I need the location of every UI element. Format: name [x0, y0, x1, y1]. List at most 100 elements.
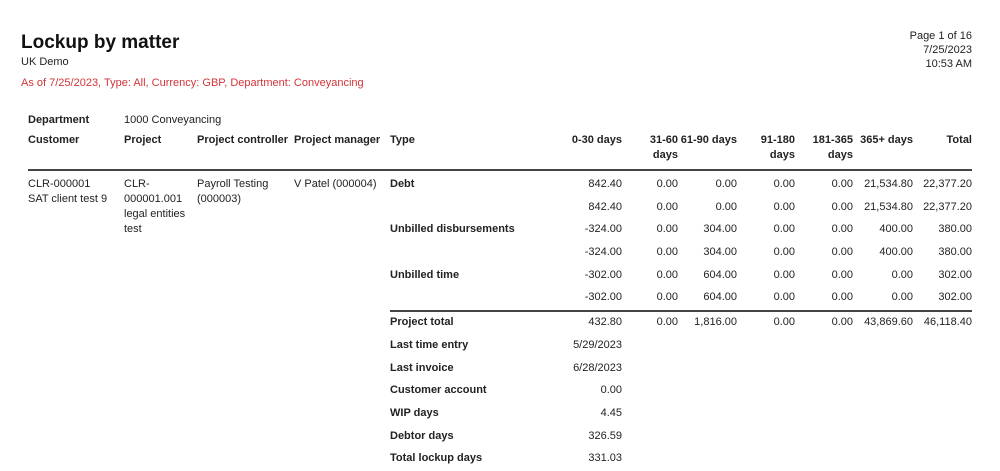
department-value: 1000 Conveyancing — [124, 114, 222, 126]
col-0-30: 0-30 days — [571, 134, 622, 146]
total-amount-cell: 0.00 — [737, 310, 795, 335]
summary-value: 326.59 — [588, 429, 622, 442]
amount-cell: 0.00 — [773, 291, 795, 304]
table-header: Customer Project Project controller Proj… — [28, 131, 972, 170]
col-type: Type — [390, 134, 415, 146]
table-row: CLR-000001 SAT client test 9 CLR- 000001.00… — [28, 170, 972, 235]
total-amount-cell: 46,118.40 — [913, 310, 972, 335]
project-text: 000001.001 — [124, 193, 183, 205]
amount-cell: 0.00 — [831, 268, 853, 281]
amount-cell: 304.00 — [703, 223, 737, 236]
total-amount-cell: 1,816.00 — [678, 310, 737, 335]
col-91-180: 91-180 days — [760, 134, 795, 161]
amount-cell: 0.00 — [656, 291, 678, 304]
amount-cell: 304.00 — [703, 246, 737, 259]
customer-name: SAT client test 9 — [28, 193, 108, 205]
col-project: Project — [124, 134, 162, 146]
amount-cell: 380.00 — [938, 246, 972, 259]
amount-cell: 0.00 — [715, 178, 737, 190]
summary-value: 6/28/2023 — [573, 361, 622, 374]
amount-cell: -324.00 — [584, 246, 622, 259]
report-parameters: As of 7/25/2023, Type: All, Currency: GB… — [21, 77, 364, 89]
controller-text: (000003) — [197, 193, 242, 205]
summary-label: Last invoice — [390, 361, 454, 374]
summary-value: 4.45 — [600, 406, 622, 419]
type-cell — [390, 242, 560, 265]
type-cell: Debt — [390, 178, 415, 190]
amount-cell: 0.00 — [831, 291, 853, 304]
summary-label: WIP days — [390, 406, 439, 419]
amount-cell: 400.00 — [879, 223, 913, 236]
lockup-table: Customer Project Project controller Proj… — [28, 131, 972, 471]
amount-cell: 0.00 — [656, 223, 678, 236]
customer-cell: CLR-000001 SAT client test 9 — [28, 170, 124, 471]
col-61-90: 61-90 days — [680, 134, 737, 146]
type-cell: Unbilled time — [390, 268, 460, 281]
amount-cell: 21,534.80 — [864, 200, 913, 213]
amount-cell: 0.00 — [831, 200, 853, 213]
summary-label: Customer account — [390, 384, 487, 397]
col-181-365: 181-365 days — [812, 134, 853, 161]
customer-id: CLR-000001 — [28, 178, 91, 190]
col-365-plus: 365+ days — [860, 134, 913, 146]
amount-cell: -324.00 — [584, 223, 622, 236]
report-title: Lockup by matter — [21, 32, 180, 53]
amount-cell: 842.40 — [588, 200, 622, 213]
amount-cell: 400.00 — [879, 246, 913, 259]
manager-cell: V Patel (000004) — [294, 178, 377, 190]
amount-cell: 0.00 — [831, 223, 853, 236]
col-controller: Project controller — [197, 134, 289, 146]
amount-cell: 380.00 — [938, 223, 972, 236]
page-number: Page 1 of 16 — [909, 30, 972, 42]
amount-cell: 22,377.20 — [923, 178, 972, 190]
amount-cell: 0.00 — [831, 246, 853, 259]
amount-cell: 0.00 — [773, 223, 795, 236]
amount-cell: -302.00 — [584, 291, 622, 304]
total-amount-cell: 0.00 — [622, 310, 678, 335]
report-time: 10:53 AM — [925, 58, 972, 70]
amount-cell: 604.00 — [703, 268, 737, 281]
amount-cell: 0.00 — [773, 200, 795, 213]
type-cell: Unbilled disbursements — [390, 223, 515, 236]
col-customer: Customer — [28, 134, 80, 146]
amount-cell: 0.00 — [656, 246, 678, 259]
department-label: Department — [28, 114, 90, 126]
project-cell: CLR- 000001.001 legal entities test — [124, 170, 197, 471]
summary-value: 0.00 — [600, 384, 622, 397]
total-amount-cell: 0.00 — [795, 310, 853, 335]
amount-cell: 0.00 — [773, 178, 795, 190]
summary-value: 5/29/2023 — [573, 338, 622, 351]
summary-label: Debtor days — [390, 429, 454, 442]
col-total: Total — [946, 134, 972, 146]
amount-cell: 0.00 — [656, 178, 678, 190]
type-cell — [390, 287, 560, 311]
project-text: legal entities — [124, 208, 186, 220]
amount-cell: 302.00 — [938, 268, 972, 281]
amount-cell: -302.00 — [584, 268, 622, 281]
amount-cell: 0.00 — [773, 246, 795, 259]
amount-cell: 0.00 — [891, 291, 913, 304]
amount-cell: 0.00 — [656, 200, 678, 213]
amount-cell: 0.00 — [656, 268, 678, 281]
type-cell — [390, 197, 560, 220]
amount-cell: 604.00 — [703, 291, 737, 304]
summary-label: Total lockup days — [390, 452, 483, 465]
total-amount-cell: 432.80 — [560, 310, 622, 335]
summary-value: 331.03 — [588, 452, 622, 465]
col-manager: Project manager — [294, 134, 381, 146]
controller-text: Payroll Testing — [197, 178, 269, 190]
amount-cell: 0.00 — [891, 268, 913, 281]
amount-cell: 842.40 — [588, 178, 622, 190]
project-text: test — [124, 223, 142, 235]
controller-cell: Payroll Testing (000003) — [197, 170, 294, 471]
page-info: Page 1 of 16 7/25/2023 10:53 AM — [910, 29, 972, 71]
amount-cell: 0.00 — [773, 268, 795, 281]
project-text: CLR- — [124, 178, 150, 190]
amount-cell: 21,534.80 — [864, 178, 913, 190]
amount-cell: 0.00 — [715, 200, 737, 213]
amount-cell: 22,377.20 — [923, 200, 972, 213]
summary-label: Last time entry — [390, 338, 469, 351]
company-name: UK Demo — [21, 56, 69, 68]
amount-cell: 0.00 — [831, 178, 853, 190]
project-total-label: Project total — [390, 310, 560, 335]
